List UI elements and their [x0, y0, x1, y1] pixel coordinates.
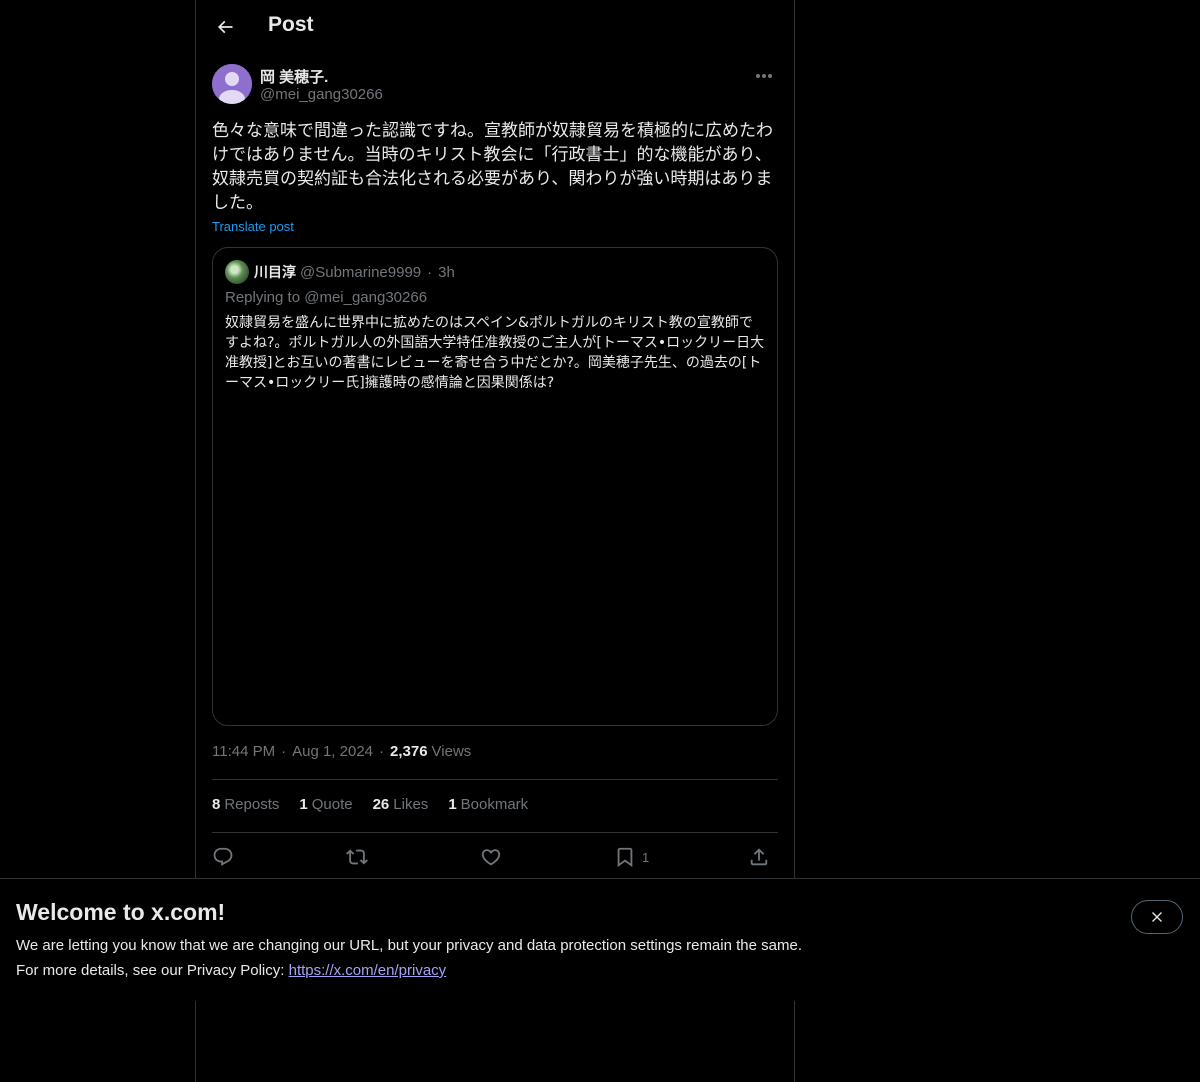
views-label: Views — [431, 743, 472, 760]
quote-author-name: 川目淳 — [254, 265, 296, 281]
post-stats: 8 Reposts 1 Quote 26 Likes 1 Bookmark — [212, 796, 548, 813]
quote-text: 奴隷貿易を盛んに世界中に拡めたのはスペイン&ポルトガルのキリスト教の宣教師ですよ… — [225, 315, 765, 391]
reply-icon — [213, 847, 233, 866]
repost-icon — [346, 849, 368, 865]
reply-button[interactable] — [212, 843, 234, 871]
quotes-count: 1 — [299, 796, 308, 813]
quotes-stat[interactable]: 1 Quote — [299, 796, 352, 813]
bookmarks-count: 1 — [448, 796, 457, 813]
quotes-label: Quote — [311, 796, 353, 813]
divider — [212, 832, 778, 833]
author-handle[interactable]: @mei_gang30266 — [260, 86, 383, 103]
repost-button[interactable] — [346, 843, 368, 871]
welcome-banner: Welcome to x.com! We are letting you kno… — [0, 878, 1200, 1001]
avatar[interactable] — [212, 64, 252, 104]
more-icon — [756, 74, 772, 78]
bookmarks-stat[interactable]: 1 Bookmark — [448, 796, 528, 813]
quote-replying-to: Replying to @mei_gang30266 — [225, 289, 427, 306]
quote-time: 3h — [438, 263, 455, 281]
divider — [212, 779, 778, 780]
like-button[interactable] — [480, 843, 502, 871]
action-bar: 1 — [212, 843, 778, 873]
arrow-left-icon — [217, 20, 233, 34]
banner-policy-prefix: For more details, see our Privacy Policy… — [16, 962, 285, 979]
page: Post 岡 美穂子. @mei_gang30266 色々な意味で間違った認識で… — [0, 0, 1200, 1082]
close-banner-button[interactable] — [1131, 900, 1183, 934]
separator-dot: · — [281, 743, 287, 760]
reposts-count: 8 — [212, 796, 221, 813]
bookmark-icon — [617, 847, 633, 868]
post-text: 色々な意味で間違った認識ですね。宣教師が奴隷貿易を積極的に広めたわけではありませ… — [212, 121, 773, 213]
likes-stat[interactable]: 26 Likes — [373, 796, 429, 813]
bookmark-button[interactable]: 1 — [614, 843, 649, 871]
reposts-stat[interactable]: 8 Reposts — [212, 796, 279, 813]
post-author: 岡 美穂子. @mei_gang30266 — [212, 64, 778, 106]
replying-prefix: Replying to — [225, 289, 301, 306]
quote-author-handle: @Submarine9999 — [300, 263, 422, 281]
translate-link[interactable]: Translate post — [212, 219, 294, 234]
like-icon — [481, 849, 501, 866]
more-button[interactable] — [750, 64, 778, 88]
separator-dot: · — [427, 263, 433, 281]
privacy-policy-link[interactable]: https://x.com/en/privacy — [289, 962, 447, 979]
share-button[interactable] — [748, 843, 770, 871]
post-header: Post — [196, 0, 794, 54]
quote-avatar[interactable] — [225, 260, 249, 284]
default-avatar-icon — [212, 64, 252, 104]
close-icon — [1152, 912, 1162, 922]
separator-dot: · — [379, 743, 384, 760]
quote-header: 川目淳 @Submarine9999 · 3h — [225, 260, 455, 284]
replying-to-handle[interactable]: @mei_gang30266 — [304, 289, 427, 306]
quoted-post[interactable]: 川目淳 @Submarine9999 · 3h Replying to @mei… — [212, 247, 778, 726]
views-count: 2,376 — [390, 743, 428, 760]
post-date[interactable]: Aug 1, 2024 — [292, 743, 373, 760]
page-title: Post — [268, 13, 314, 36]
share-icon — [750, 848, 768, 866]
likes-label: Likes — [393, 796, 429, 813]
banner-title: Welcome to x.com! — [16, 899, 226, 925]
banner-message: We are letting you know that we are chan… — [16, 937, 802, 954]
reposts-label: Reposts — [224, 796, 280, 813]
post-time[interactable]: 11:44 PM — [212, 743, 275, 760]
banner-policy-line: For more details, see our Privacy Policy… — [16, 962, 446, 979]
author-name[interactable]: 岡 美穂子. — [260, 66, 328, 87]
bookmarks-label: Bookmark — [460, 796, 529, 813]
bookmark-count: 1 — [642, 849, 650, 865]
post-meta: 11:44 PM · Aug 1, 2024 · 2,376 Views — [212, 743, 471, 760]
likes-count: 26 — [372, 796, 390, 813]
back-button[interactable] — [208, 10, 242, 44]
